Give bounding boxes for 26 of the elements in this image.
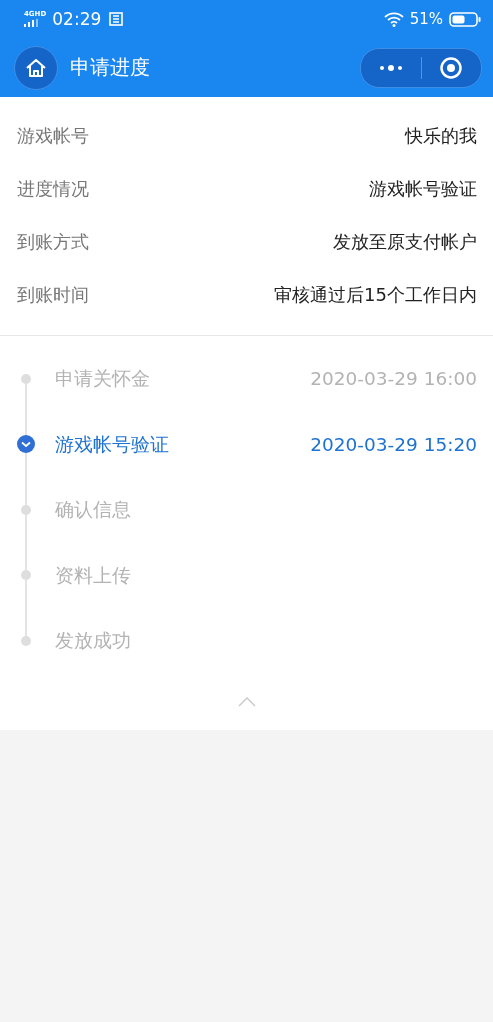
field-value: 游戏帐号验证	[369, 176, 477, 201]
wifi-icon	[383, 11, 404, 27]
field-value: 审核通过后15个工作日内	[274, 282, 477, 307]
step-name: 发放成功	[55, 629, 132, 654]
field-label: 到账方式	[17, 229, 89, 254]
field-value: 发放至原支付帐户	[333, 229, 477, 254]
status-time: 02:29	[52, 9, 102, 29]
close-icon	[439, 55, 464, 80]
field-label: 游戏帐号	[17, 123, 89, 148]
field-value: 快乐的我	[405, 123, 477, 148]
notification-icon	[109, 12, 124, 26]
step-name: 申请关怀金	[55, 367, 151, 392]
more-icon	[378, 63, 403, 72]
battery-percent: 51%	[409, 10, 443, 28]
step-time: 2020-03-29 16:00	[310, 368, 477, 390]
battery-icon	[449, 11, 481, 27]
step-name: 确认信息	[55, 498, 132, 523]
field-label: 到账时间	[17, 282, 89, 307]
home-button[interactable]	[14, 45, 58, 90]
step-time: 2020-03-29 15:20	[310, 433, 477, 455]
step-name: 游戏帐号验证	[55, 432, 170, 457]
step-name: 资料上传	[55, 563, 132, 588]
signal-icon	[24, 19, 38, 27]
field-label: 进度情况	[17, 176, 89, 201]
home-icon	[25, 57, 47, 78]
page-title: 申请进度	[70, 54, 151, 81]
